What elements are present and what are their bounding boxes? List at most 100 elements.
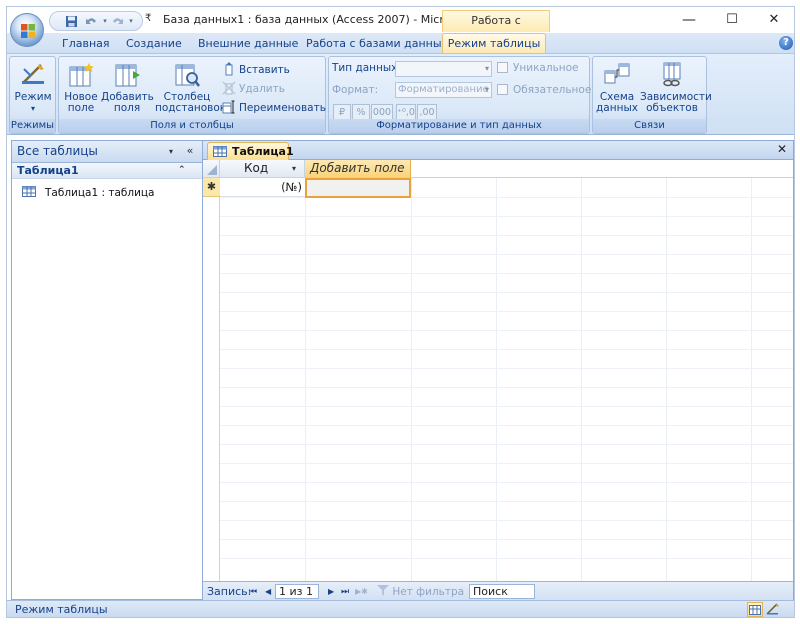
record-navigation-bar: Запись: ⏮ ◀ 1 из 1 ▶ ⏭ ▶✱ Нет фильтра По…	[203, 581, 793, 601]
nav-pane-dropdown-icon[interactable]: ▾	[164, 145, 178, 158]
lookup-column-button[interactable]: Столбец подстановок	[155, 59, 226, 121]
filter-status[interactable]: Нет фильтра	[377, 585, 464, 599]
required-checkbox[interactable]: Обязательное	[497, 81, 591, 99]
help-icon[interactable]: ?	[779, 36, 793, 50]
column-header-id[interactable]: Код ▾	[220, 160, 305, 178]
delete-column-icon	[222, 81, 236, 95]
format-dropdown-icon: ▾	[484, 85, 489, 94]
column-header-add-field[interactable]: Добавить поле	[305, 160, 411, 178]
undo-icon[interactable]	[84, 15, 98, 28]
view-dropdown-icon: ▾	[30, 104, 35, 113]
required-checkbox-box[interactable]	[497, 84, 508, 95]
new-record-id-cell[interactable]: (№)	[220, 178, 305, 197]
office-button[interactable]	[10, 13, 44, 47]
ribbon: Режим ▾ Режимы Новое поле Добавить поля …	[7, 53, 794, 135]
tab-external-data[interactable]: Внешние данные	[198, 36, 298, 53]
status-bar: Режим таблицы	[7, 600, 794, 617]
document-tab-bar: Таблица1 ✕	[203, 141, 793, 160]
grid-line	[220, 292, 793, 293]
select-all-corner[interactable]	[203, 160, 220, 178]
previous-record-button[interactable]: ◀	[265, 585, 271, 599]
view-button[interactable]: Режим ▾	[12, 59, 54, 121]
redo-icon[interactable]	[110, 15, 124, 28]
filter-icon	[377, 585, 389, 596]
grid-line	[220, 520, 793, 521]
insert-column-button[interactable]: Вставить	[222, 61, 290, 79]
relationships-button[interactable]: Схема данных	[596, 59, 638, 121]
window-title: База данных1 : база данных (Access 2007)…	[163, 13, 474, 26]
grid-line	[220, 311, 793, 312]
grid-line	[220, 558, 793, 559]
close-document-icon[interactable]: ✕	[777, 142, 787, 156]
view-button-label: Режим	[14, 91, 52, 103]
unique-checkbox-box[interactable]	[497, 62, 508, 73]
nav-item-label: Таблица1 : таблица	[45, 187, 155, 199]
nav-group-title: Таблица1	[17, 164, 79, 177]
grid-line	[220, 463, 793, 464]
add-fields-icon	[115, 64, 140, 87]
unique-checkbox[interactable]: Уникальное	[497, 59, 579, 77]
document-tab-label: Таблица1	[232, 145, 294, 158]
delete-column-button[interactable]: Удалить	[222, 80, 285, 98]
last-record-button[interactable]: ⏭	[341, 585, 349, 599]
next-record-button[interactable]: ▶	[328, 585, 334, 599]
qat-customize-icon[interactable]: ₹	[145, 13, 151, 24]
new-record-selector[interactable]: ✱	[203, 178, 220, 197]
new-field-button[interactable]: Новое поле	[63, 59, 99, 121]
table-icon	[22, 186, 36, 197]
save-icon[interactable]	[64, 15, 78, 28]
current-record-input[interactable]: 1 из 1	[275, 584, 319, 599]
nav-group-header[interactable]: Таблица1 ⌃	[12, 163, 202, 179]
minimize-button[interactable]: —	[669, 9, 709, 31]
first-record-button[interactable]: ⏮	[249, 585, 257, 599]
redo-dropdown-icon[interactable]: ▾	[124, 15, 138, 28]
column-header-id-dropdown-icon[interactable]: ▾	[292, 160, 296, 177]
document-tab-table1[interactable]: Таблица1	[207, 142, 294, 160]
datatype-combo[interactable]: ▾	[395, 61, 492, 77]
group-views: Режим ▾ Режимы	[9, 56, 56, 134]
grid-line	[220, 425, 793, 426]
group-label-relationships: Связи	[593, 119, 706, 133]
lookup-column-icon	[175, 64, 200, 87]
nav-pane-header[interactable]: Все таблицы ▾ «	[12, 141, 202, 163]
maximize-button[interactable]: ☐	[712, 9, 752, 31]
tab-home[interactable]: Главная	[62, 36, 110, 53]
design-view-button[interactable]	[765, 602, 781, 617]
tab-create[interactable]: Создание	[126, 36, 182, 53]
rename-column-icon	[222, 100, 235, 114]
add-fields-label-2: поля	[113, 102, 141, 114]
nav-pane-collapse-icon[interactable]: «	[182, 144, 198, 159]
nav-pane-title: Все таблицы	[17, 144, 98, 158]
nav-group-toggle-icon[interactable]: ⌃	[178, 163, 186, 178]
tab-datasheet[interactable]: Режим таблицы	[442, 33, 546, 53]
add-existing-fields-button[interactable]: Добавить поля	[101, 59, 154, 121]
search-input[interactable]: Поиск	[469, 584, 535, 599]
grid-line	[220, 539, 793, 540]
grid-line	[220, 273, 793, 274]
format-label: Формат:	[332, 84, 379, 96]
object-dependencies-label-2: объектов	[646, 102, 698, 114]
relationships-icon	[604, 63, 630, 84]
new-record-add-field-cell[interactable]	[305, 178, 411, 198]
grid-line	[220, 235, 793, 236]
title-bar: ▾ ▾ ₹ База данных1 : база данных (Access…	[7, 7, 794, 47]
design-view-icon	[766, 603, 779, 615]
tab-database-tools[interactable]: Работа с базами данных	[306, 36, 448, 53]
context-tab-group-header: Работа с таблицами	[442, 10, 550, 47]
header-blank-area	[411, 160, 793, 178]
document-area: Таблица1 ✕ Код ▾ Добавить поле ✱ (№) Зап…	[203, 140, 794, 601]
row-selector-column	[203, 178, 220, 581]
insert-column-label: Вставить	[239, 64, 290, 76]
grid-line	[220, 216, 793, 217]
new-record-icon: ✱	[206, 180, 217, 193]
rename-column-button[interactable]: Переименовать	[222, 99, 326, 117]
grid-line	[220, 482, 793, 483]
datasheet-view-button[interactable]	[747, 602, 763, 617]
format-combo[interactable]: Форматирование ▾	[395, 82, 492, 98]
relationships-label-2: данных	[596, 102, 638, 114]
new-record-button[interactable]: ▶✱	[355, 585, 368, 599]
new-field-icon	[69, 63, 94, 87]
nav-item-table1[interactable]: Таблица1 : таблица	[22, 185, 197, 201]
close-button[interactable]: ✕	[754, 9, 794, 31]
object-dependencies-button[interactable]: Зависимости объектов	[640, 59, 712, 121]
